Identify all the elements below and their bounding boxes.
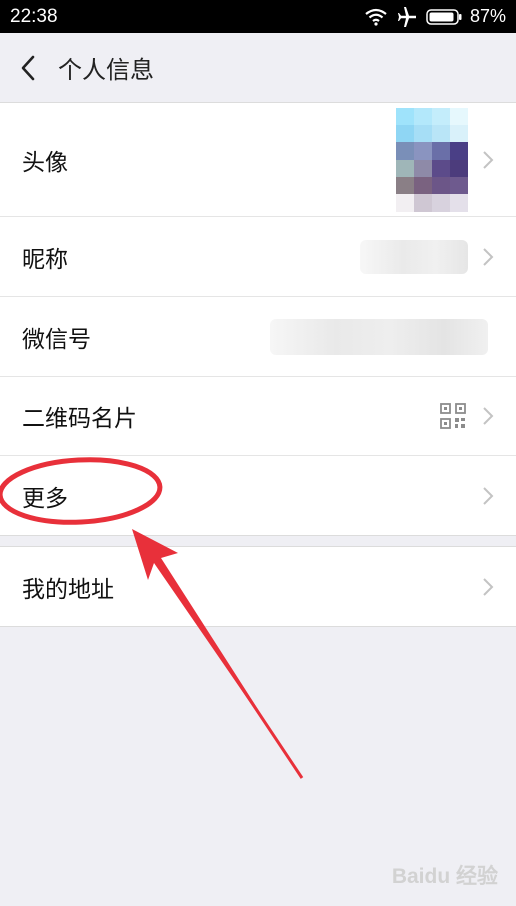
wechat-id-value-blurred (270, 318, 488, 355)
battery-percent: 87% (469, 6, 506, 26)
row-label: 昵称 (22, 246, 68, 273)
row-nickname[interactable]: 昵称 (0, 217, 516, 297)
address-group: 我的地址 (0, 546, 516, 627)
row-label: 头像 (22, 149, 68, 176)
back-button[interactable] (0, 33, 56, 102)
row-label: 更多 (22, 485, 68, 512)
qr-code-icon (440, 403, 466, 429)
avatar (378, 107, 468, 212)
row-wechat-id: 微信号 (0, 297, 516, 377)
watermark: Baidu 经验 (391, 865, 498, 888)
row-label: 微信号 (22, 326, 91, 353)
chevron-right-icon (483, 577, 494, 596)
row-avatar[interactable]: 头像 (0, 103, 516, 217)
nickname-value-blurred (360, 239, 468, 274)
chevron-right-icon (483, 486, 494, 505)
profile-info-group: 头像 昵称 微信号 二维码名片 更多 (0, 102, 516, 536)
wifi-icon (365, 8, 387, 26)
status-time: 22:38 (10, 5, 58, 27)
chevron-right-icon (483, 407, 494, 425)
status-bar: 22:38 87% (0, 0, 516, 33)
row-qr-card[interactable]: 二维码名片 (0, 377, 516, 456)
nav-bar: 个人信息 (0, 33, 516, 102)
airplane-mode-icon (397, 6, 416, 27)
status-icons: 87% (364, 6, 506, 27)
battery-icon (426, 8, 462, 25)
chevron-left-icon (21, 55, 35, 80)
chevron-right-icon (483, 247, 494, 266)
row-label: 我的地址 (22, 576, 114, 603)
page-title: 个人信息 (58, 56, 154, 84)
row-label: 二维码名片 (22, 406, 137, 432)
row-address[interactable]: 我的地址 (0, 547, 516, 626)
chevron-right-icon (483, 150, 494, 169)
row-more[interactable]: 更多 (0, 456, 516, 535)
